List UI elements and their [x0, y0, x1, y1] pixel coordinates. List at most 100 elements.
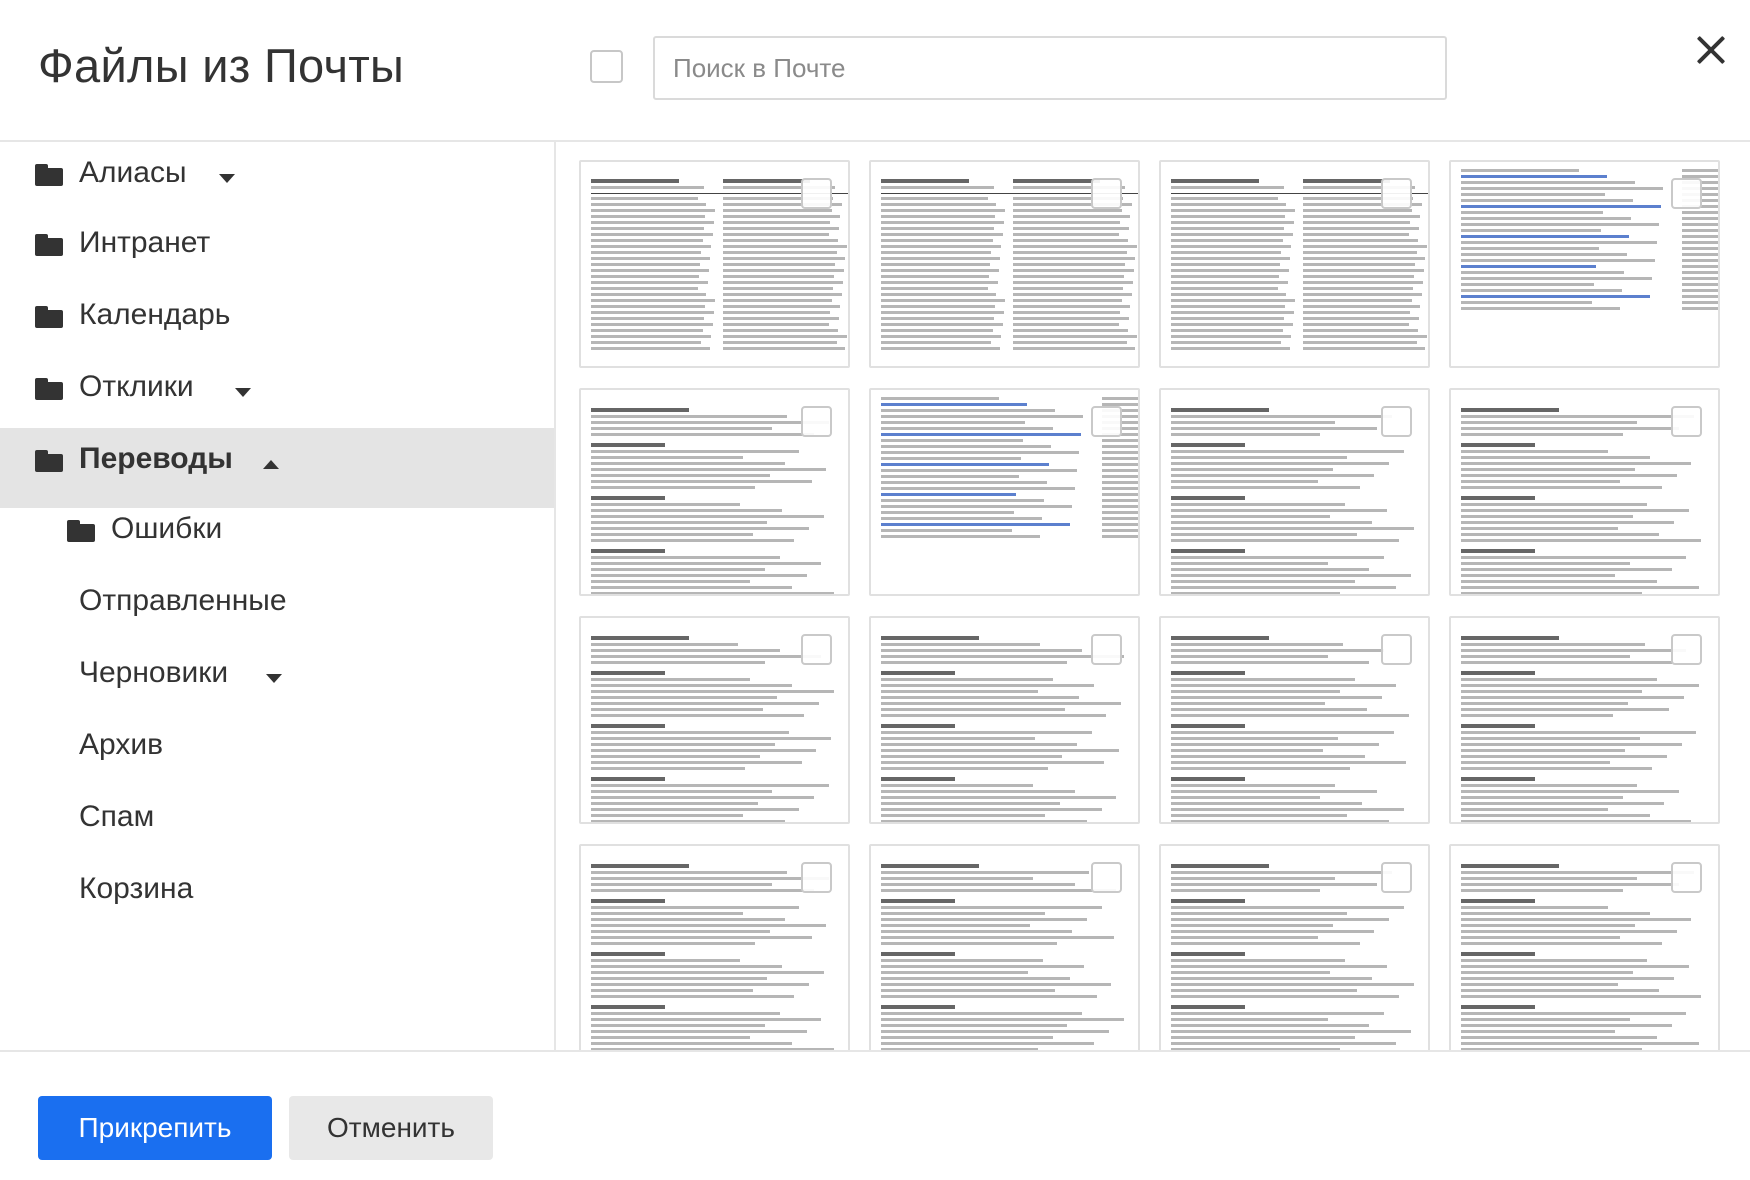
sidebar-folder[interactable]: Календарь	[0, 284, 554, 364]
sidebar-folder[interactable]: Спам	[0, 786, 554, 866]
preview-line	[1171, 814, 1348, 817]
file-thumbnail[interactable]	[1449, 160, 1720, 368]
sidebar-folder[interactable]: Архив	[0, 714, 554, 794]
select-all-checkbox[interactable]	[590, 50, 623, 83]
file-checkbox[interactable]	[1381, 862, 1412, 893]
sidebar-folder[interactable]: Отправленные	[0, 570, 554, 650]
preview-line	[591, 808, 800, 811]
sidebar-folder[interactable]: Интранет	[0, 212, 554, 292]
chevron-down-icon[interactable]	[219, 174, 235, 183]
preview-line	[881, 636, 979, 640]
chevron-down-icon[interactable]	[235, 388, 251, 397]
file-thumbnail[interactable]	[579, 844, 850, 1050]
preview-line	[722, 257, 846, 260]
preview-line	[1461, 247, 1599, 250]
preview-line	[591, 293, 707, 296]
file-thumbnail[interactable]	[869, 844, 1140, 1050]
file-checkbox[interactable]	[1091, 178, 1122, 209]
file-checkbox[interactable]	[801, 862, 832, 893]
preview-line	[1171, 281, 1288, 284]
close-icon[interactable]	[1690, 30, 1730, 70]
preview-line	[1171, 636, 1269, 640]
file-checkbox[interactable]	[801, 178, 832, 209]
preview-line	[1102, 484, 1138, 490]
file-thumbnail[interactable]	[579, 160, 850, 368]
preview-line	[1102, 499, 1138, 502]
file-checkbox[interactable]	[1091, 406, 1122, 437]
preview-line	[1012, 317, 1130, 320]
preview-line	[881, 281, 998, 284]
preview-line	[1461, 283, 1595, 286]
preview-line	[1171, 977, 1372, 980]
preview-line	[591, 661, 765, 664]
folder-label: Алиасы	[79, 156, 187, 189]
file-checkbox[interactable]	[1381, 634, 1412, 665]
sidebar-folder[interactable]: Ошибки	[0, 498, 554, 578]
file-thumbnail[interactable]	[1159, 160, 1430, 368]
attach-button[interactable]: Прикрепить	[38, 1096, 272, 1160]
preview-line	[881, 335, 1002, 338]
file-checkbox[interactable]	[1671, 862, 1702, 893]
file-thumbnail[interactable]	[1159, 616, 1430, 824]
preview-line	[1102, 505, 1138, 508]
preview-line	[881, 790, 1075, 793]
preview-line	[1171, 317, 1284, 320]
file-thumbnail[interactable]	[579, 616, 850, 824]
file-thumbnail[interactable]	[1449, 844, 1720, 1050]
file-checkbox[interactable]	[1091, 634, 1122, 665]
preview-line	[881, 481, 1047, 484]
file-checkbox[interactable]	[1671, 406, 1702, 437]
chevron-down-icon[interactable]	[266, 674, 282, 683]
preview-line	[1682, 307, 1718, 310]
preview-line	[591, 347, 711, 350]
file-thumbnail[interactable]	[869, 616, 1140, 824]
file-thumbnail[interactable]	[869, 160, 1140, 368]
preview-line	[1461, 1018, 1631, 1021]
preview-line	[1461, 918, 1692, 921]
preview-line	[591, 421, 829, 424]
preview-line	[591, 784, 829, 787]
chevron-up-icon[interactable]	[263, 460, 279, 469]
preview-line	[1171, 871, 1392, 874]
file-checkbox[interactable]	[1671, 634, 1702, 665]
file-checkbox[interactable]	[801, 634, 832, 665]
file-checkbox[interactable]	[801, 406, 832, 437]
file-thumbnail[interactable]	[1449, 616, 1720, 824]
folder-label: Отклики	[79, 370, 194, 403]
preview-line	[1461, 708, 1670, 711]
file-thumbnail[interactable]	[579, 388, 850, 596]
sidebar-folder[interactable]: Корзина	[0, 858, 554, 938]
preview-line	[1461, 539, 1702, 542]
file-thumbnail[interactable]	[1159, 388, 1430, 596]
preview-line	[1171, 233, 1293, 236]
preview-line	[1171, 347, 1291, 350]
cancel-button[interactable]: Отменить	[289, 1096, 493, 1160]
preview-line	[591, 731, 790, 734]
search-input[interactable]	[653, 36, 1447, 100]
preview-line	[1461, 443, 1535, 447]
sidebar-folder[interactable]: Отклики	[0, 356, 554, 436]
sidebar-folder[interactable]: Черновики	[0, 642, 554, 722]
sidebar-folder[interactable]: Переводы	[0, 428, 554, 508]
preview-line	[1171, 227, 1284, 230]
preview-line	[1461, 580, 1657, 583]
file-checkbox[interactable]	[1381, 406, 1412, 437]
file-checkbox[interactable]	[1381, 178, 1412, 209]
preview-line	[1461, 181, 1636, 184]
preview-line	[591, 515, 824, 518]
preview-line	[1171, 556, 1385, 559]
preview-line	[591, 767, 746, 770]
file-checkbox[interactable]	[1091, 862, 1122, 893]
preview-line	[591, 671, 665, 675]
file-thumbnail[interactable]	[1449, 388, 1720, 596]
file-thumbnail[interactable]	[869, 388, 1140, 596]
preview-line	[1461, 784, 1638, 787]
preview-line	[1102, 448, 1138, 454]
file-thumbnail[interactable]	[1159, 844, 1430, 1050]
file-checkbox[interactable]	[1671, 178, 1702, 209]
preview-line	[591, 549, 665, 553]
preview-line	[881, 696, 1080, 699]
preview-line	[1102, 442, 1138, 448]
sidebar-folder[interactable]: Алиасы	[0, 142, 554, 222]
dialog-footer: Прикрепить Отменить	[0, 1050, 1750, 1180]
